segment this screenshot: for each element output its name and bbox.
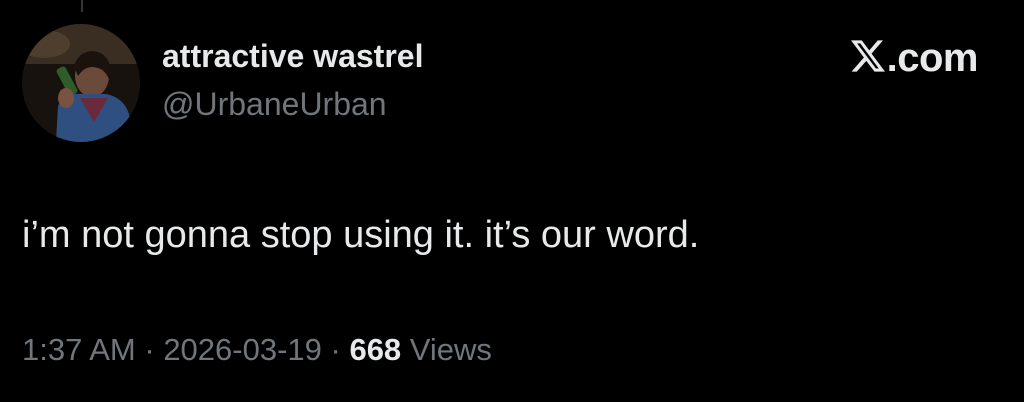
tweet-text: i’m not gonna stop using it. it’s our wo… <box>22 214 700 256</box>
brand-domain-text: .com <box>886 36 979 80</box>
tweet-time[interactable]: 1:37 AM <box>22 332 136 367</box>
tweet-date[interactable]: 2026-03-19 <box>163 332 322 367</box>
views-label: Views <box>401 332 492 367</box>
thread-connector-line <box>81 0 83 12</box>
author-handle[interactable]: @UrbaneUrban <box>162 86 387 123</box>
avatar[interactable] <box>22 24 140 142</box>
avatar-photo <box>22 24 140 142</box>
x-com-watermark: .com <box>850 36 979 81</box>
author-display-name[interactable]: attractive wastrel <box>162 38 423 75</box>
views-count[interactable]: 668 <box>349 332 401 367</box>
tweet-meta: 1:37 AM · 2026-03-19 · 668 Views <box>22 332 492 368</box>
x-logo-icon <box>850 40 885 77</box>
meta-separator: · <box>135 332 164 367</box>
meta-separator: · <box>321 332 350 367</box>
